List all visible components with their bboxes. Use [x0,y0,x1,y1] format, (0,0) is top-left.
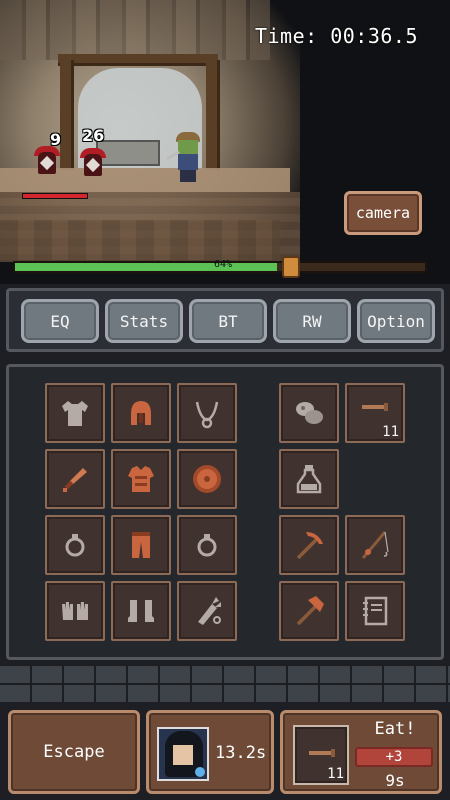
tab-bar: EQ Stats BT RW Option [6,288,444,352]
timer-text: Time: 00:36.5 [254,24,418,48]
eat-button[interactable]: 11 Eat! +3 9s [280,710,442,794]
progress-label: 64% [213,259,233,270]
damage-number: 26 [82,126,105,145]
stone-ore-icon [296,402,323,424]
tool-slot-book[interactable] [345,581,405,641]
tool-slot-ore[interactable] [279,383,339,443]
enemy-2 [80,146,106,178]
stage-progress[interactable]: 64% [13,256,427,278]
dirt-layer-lower [0,220,280,260]
food-count: 11 [327,766,344,782]
boots-icon [128,600,154,622]
gloves-icon [62,602,88,620]
equip-slot-ring-1[interactable] [45,515,105,575]
damage-number: 9 [50,130,62,149]
pickaxe-icon [296,532,323,560]
eat-label: Eat! [374,719,416,739]
equip-slot-feet[interactable] [111,581,171,641]
hero-status[interactable]: 13.2s [146,710,274,794]
ring-icon [65,534,85,557]
mine-beam [58,54,218,66]
equip-slot-chest[interactable] [111,449,171,509]
food-slot: 11 [293,725,349,785]
tool-slot-axe[interactable] [279,581,339,641]
tab-eq[interactable]: EQ [21,299,99,343]
equip-slot-hands[interactable] [45,581,105,641]
enemy-hp-bar [22,193,88,199]
escape-button[interactable]: Escape [8,710,140,794]
tool-slot-rod[interactable] [345,515,405,575]
quiver-icon [198,597,221,625]
fishing-rod-icon [361,531,389,559]
leg-armor-icon [132,532,150,558]
inventory-panel: 11 [6,364,444,660]
helmet-icon [131,401,151,425]
rock-wall [0,0,270,60]
equip-slot-weapon[interactable] [45,449,105,509]
equip-slot-ammo[interactable] [177,581,237,641]
tab-rw[interactable]: RW [273,299,351,343]
tab-bt[interactable]: BT [189,299,267,343]
fish-icon [362,403,388,411]
brick-divider [0,664,450,704]
mine-post-left [60,60,74,170]
shirt-icon [62,401,88,426]
player-miner [166,132,206,184]
tool-slot-pickaxe[interactable] [279,515,339,575]
bottom-bar: Escape 13.2s 11 Eat! +3 9s [0,702,450,800]
equip-slot-legs[interactable] [111,515,171,575]
tool-slot-potion[interactable] [279,449,339,509]
progress-handle[interactable] [281,256,300,278]
equip-slot-shield[interactable] [177,449,237,509]
equip-slot-head[interactable] [111,383,171,443]
eat-timer: 9s [385,771,405,790]
equip-slot-body[interactable] [45,383,105,443]
eat-bonus-badge: +3 [355,747,433,767]
fish-icon [309,749,335,757]
round-shield-icon [193,465,221,493]
item-count: 11 [382,424,399,440]
chest-armor-icon [128,466,154,492]
axe-icon [296,596,324,626]
mine-post-right [206,60,220,170]
necklace-icon [195,401,219,429]
hero-cooldown: 13.2s [215,743,267,763]
potion-bottle-icon [296,465,322,494]
tool-slot-bait[interactable]: 11 [345,383,405,443]
tab-stats[interactable]: Stats [105,299,183,343]
camera-button[interactable]: camera [344,191,422,235]
equip-slot-neck[interactable] [177,383,237,443]
ring-icon [197,534,217,557]
dagger-icon [63,468,87,492]
hero-portrait [157,727,209,781]
enemy-hp-fill [23,194,87,198]
tab-option[interactable]: Option [357,299,435,343]
equip-slot-ring-2[interactable] [177,515,237,575]
notebook-icon [363,596,388,626]
